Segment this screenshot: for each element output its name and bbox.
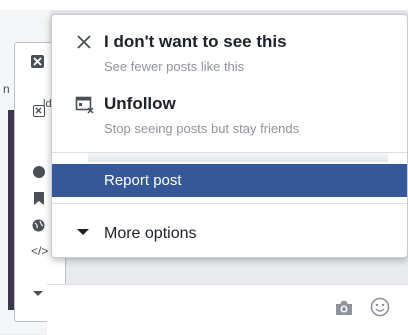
- menu-item-title: I don't want to see this: [104, 32, 287, 51]
- hidden-menu-row: [88, 153, 388, 162]
- top-strip: [0, 0, 408, 10]
- menu-divider: [52, 203, 407, 204]
- menu-item-title: Unfollow: [104, 94, 176, 113]
- underlying-menu-fragment: n: [3, 82, 10, 96]
- hide-box-icon[interactable]: [33, 105, 45, 117]
- close-icon: [77, 35, 91, 49]
- unfollow-icon: [75, 96, 94, 114]
- bookmark-icon[interactable]: [34, 192, 44, 205]
- camera-icon[interactable]: [334, 300, 354, 316]
- more-options-label: More options: [104, 225, 197, 242]
- close-box-icon[interactable]: [31, 55, 44, 68]
- notification-icon[interactable]: [33, 166, 45, 178]
- caret-down-icon: [77, 229, 89, 235]
- smile-icon[interactable]: [370, 297, 390, 317]
- menu-item-subtitle: Stop seeing posts but stay friends: [104, 121, 300, 136]
- globe-icon[interactable]: [32, 219, 45, 232]
- report-post-label: Report post: [104, 172, 182, 189]
- menu-item-dont-want-to-see[interactable]: I don't want to see this See fewer posts…: [52, 25, 407, 81]
- menu-item-unfollow[interactable]: Unfollow Stop seeing posts but stay frie…: [52, 87, 407, 143]
- caret-down-small-icon[interactable]: [33, 291, 43, 296]
- menu-item-more-options[interactable]: More options: [52, 217, 407, 251]
- post-options-menu: I don't want to see this See fewer posts…: [51, 14, 408, 258]
- menu-item-subtitle: See fewer posts like this: [104, 59, 245, 74]
- menu-item-report-post[interactable]: Report post: [52, 164, 407, 197]
- embed-code-icon[interactable]: </>: [31, 244, 48, 258]
